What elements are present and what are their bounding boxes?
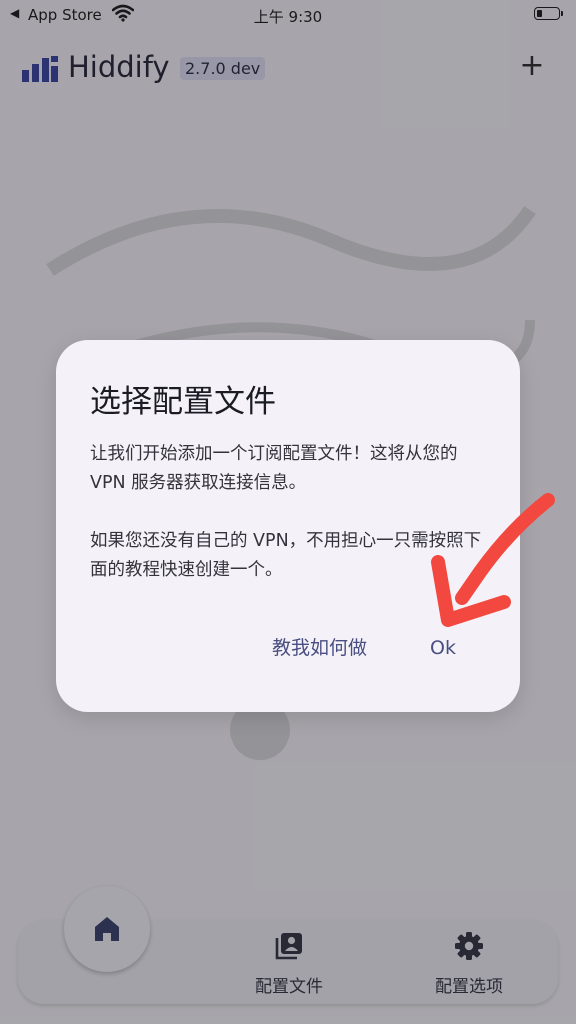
show-me-how-button[interactable]: 教我如何做: [272, 628, 367, 668]
dialog-title: 选择配置文件: [90, 384, 276, 420]
annotation-arrow-icon: [431, 493, 555, 627]
